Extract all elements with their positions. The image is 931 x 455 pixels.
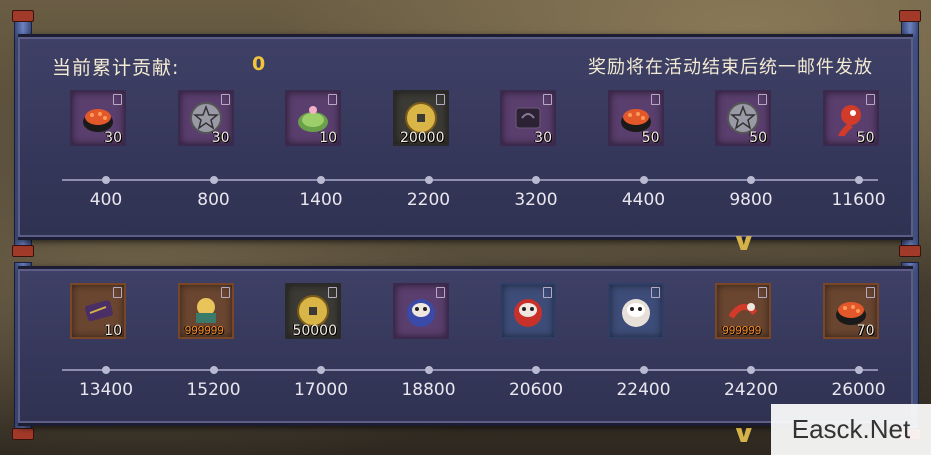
reward-count: 50 [856,130,875,146]
milestone-dot [854,176,863,184]
contribution-label: 当前累计贡献: [52,57,180,79]
milestone-dot [854,366,863,374]
milestone-dot [532,366,540,374]
milestone-dot [424,176,433,184]
milestone-value: 1400 [299,190,343,210]
milestone-value: 2200 [406,190,451,210]
milestone-value: 22400 [616,380,671,400]
milestone-dot [747,366,755,374]
reward-item[interactable]: 999999 [177,283,234,339]
milestone-dot [639,176,648,184]
milestone-value: 9800 [729,190,773,210]
scroll-down-chevron-icon[interactable]: ∨ [731,228,756,256]
reward-item[interactable]: 50 [715,90,771,146]
reward-count: 50000 [292,323,337,339]
reward-count: 10 [319,130,337,146]
blue-daruma-icon [406,299,435,327]
scroll-cap [899,10,921,22]
reward-item[interactable]: 30 [500,90,556,146]
milestone-value: 11600 [831,190,886,210]
contribution-value: 0 [252,53,266,75]
milestone-dot [747,176,755,184]
reward-item[interactable]: 50000 [285,283,341,339]
scroll-cap [12,428,34,440]
reward-item[interactable]: 50 [822,90,879,146]
milestone-dot [424,366,433,374]
reward-count: 30 [104,130,122,146]
milestone-dot [317,176,325,184]
milestone-dot [532,176,540,184]
reward-count: 50 [749,130,767,146]
reward-count: 30 [211,130,230,146]
reward-count: 999999 [722,324,762,337]
reward-count: 10 [104,323,122,339]
watermark: Easck.Net [771,404,931,455]
milestone-dot [639,366,648,374]
reward-item[interactable]: 30 [177,90,234,146]
milestone-value: 13400 [78,380,134,400]
reward-item[interactable] [392,283,449,339]
scroll-cap [12,10,34,22]
milestone-value: 20600 [508,380,564,400]
red-daruma-icon [514,299,542,327]
milestone-value: 24200 [723,380,779,400]
reward-item[interactable] [500,283,556,339]
white-daruma-icon [621,299,650,327]
reward-count: 50 [641,130,660,146]
milestone-value: 18800 [401,380,456,400]
reward-panel-bottom [18,266,913,426]
milestone-value: 17000 [293,380,349,400]
scroll-cap [12,245,34,257]
milestone-value: 26000 [831,380,886,400]
reward-item[interactable]: 20000 [392,90,449,146]
milestone-dot [317,366,325,374]
reward-item[interactable]: 999999 [715,283,771,339]
milestone-dot [209,176,218,184]
milestone-value: 3200 [514,190,558,210]
scroll-cap [899,245,921,257]
reward-count: 20000 [399,130,445,146]
reward-item[interactable] [607,283,664,339]
reward-item[interactable]: 70 [822,283,879,339]
milestone-value: 400 [89,190,123,210]
scroll-down-chevron-icon[interactable]: ∨ [731,420,756,448]
milestone-dot [102,366,110,374]
milestone-dot [209,366,218,374]
mail-delivery-note: 奖励将在活动结束后统一邮件发放 [588,57,873,78]
reward-item[interactable]: 10 [70,283,126,339]
milestone-value: 800 [197,190,230,210]
reward-item[interactable]: 10 [285,90,341,146]
milestone-value: 15200 [186,380,241,400]
progress-track-bottom [62,369,878,371]
milestone-dot [102,176,110,184]
progress-track-top [62,179,878,181]
reward-count: 30 [534,130,552,146]
reward-item[interactable]: 50 [607,90,664,146]
milestone-value: 4400 [621,190,666,210]
reward-count: 70 [856,323,875,339]
reward-item[interactable]: 30 [70,90,126,146]
reward-count: 999999 [184,324,225,337]
